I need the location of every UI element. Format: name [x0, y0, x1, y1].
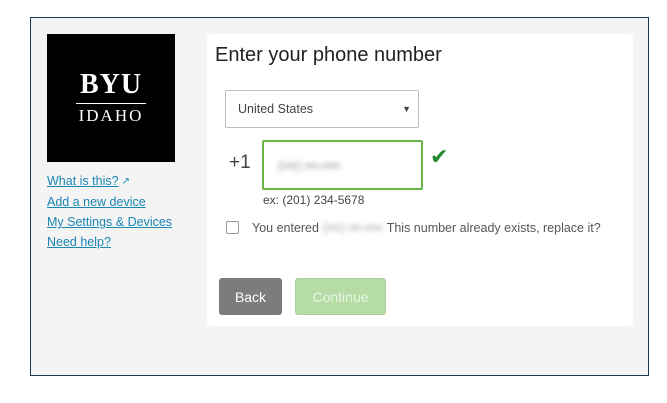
checkmark-icon: ✔	[430, 144, 449, 169]
sidebar: BYU IDAHO What is this? ↗ Add a new devic…	[47, 34, 177, 252]
country-code: +1	[229, 152, 251, 173]
logo-top-text: BYU	[79, 69, 143, 100]
replace-prefix: You entered	[252, 221, 319, 235]
phone-example: ex: (201) 234-5678	[263, 193, 365, 207]
continue-button[interactable]: Continue	[295, 278, 386, 315]
country-select-value: United States	[238, 102, 314, 116]
logo-bottom-text: IDAHO	[78, 106, 144, 125]
entered-number: (•••) •••-••••	[322, 221, 383, 235]
what-is-this-link[interactable]: What is this? ↗	[47, 171, 177, 192]
sidebar-links: What is this? ↗ Add a new device My Setti…	[47, 171, 177, 252]
what-is-this-label: What is this?	[47, 174, 119, 188]
external-link-icon: ↗	[121, 176, 130, 187]
settings-devices-link[interactable]: My Settings & Devices	[47, 212, 177, 232]
caret-down-icon: ▼	[402, 104, 411, 114]
back-button[interactable]: Back	[219, 278, 282, 315]
page-title: Enter your phone number	[215, 44, 442, 66]
replace-checkbox[interactable]	[226, 221, 239, 234]
phone-number-input[interactable]: (•••) •••-••••	[262, 140, 423, 190]
logo-divider	[76, 103, 146, 104]
need-help-link[interactable]: Need help?	[47, 232, 177, 252]
add-new-device-link[interactable]: Add a new device	[47, 192, 177, 212]
auth-frame: BYU IDAHO What is this? ↗ Add a new devic…	[30, 17, 649, 376]
phone-number-value: (•••) •••-••••	[278, 158, 341, 173]
byu-idaho-logo: BYU IDAHO	[47, 34, 175, 162]
replace-number-option: You entered (•••) •••-•••• This number alr…	[225, 218, 617, 238]
country-select[interactable]: United States ▼	[225, 90, 419, 128]
phone-entry-panel: Enter your phone number United States ▼ …	[207, 34, 633, 326]
replace-suffix: This number already exists, replace it?	[386, 221, 601, 235]
